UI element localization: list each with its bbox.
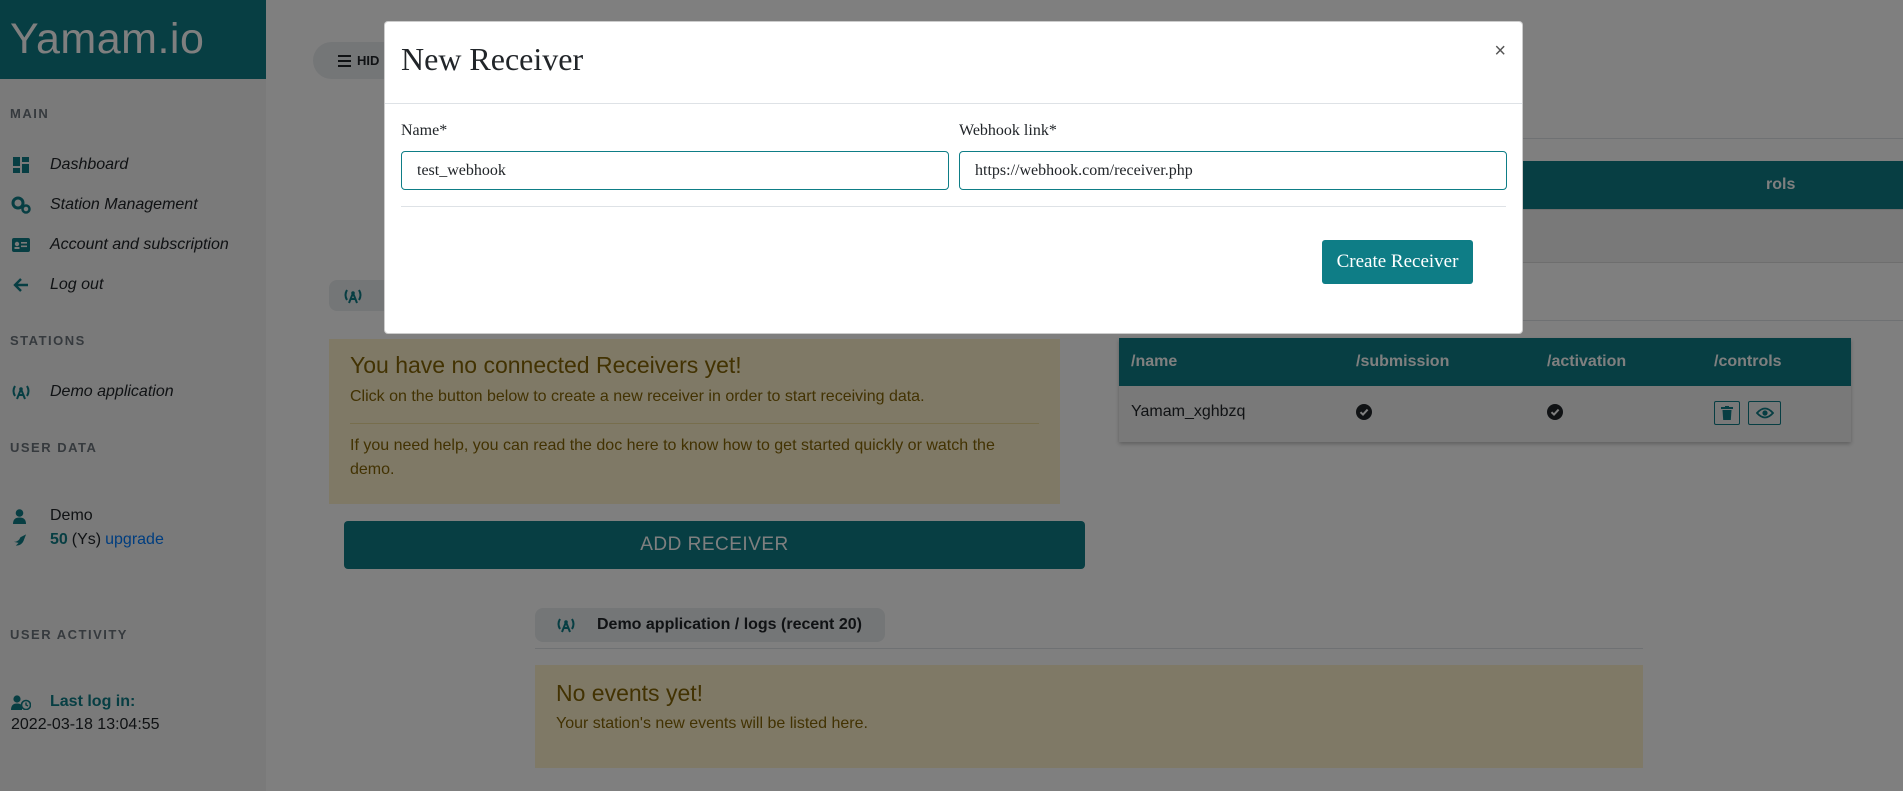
webhook-label: Webhook link*	[959, 122, 1057, 139]
modal-header: New Receiver ×	[385, 22, 1522, 104]
new-receiver-modal: New Receiver × Name* Webhook link* Creat…	[384, 21, 1523, 334]
name-label: Name*	[401, 122, 448, 139]
create-receiver-button[interactable]: Create Receiver	[1322, 240, 1473, 284]
modal-divider	[401, 206, 1506, 207]
modal-title: New Receiver	[401, 41, 584, 77]
name-field[interactable]	[401, 151, 949, 190]
close-icon[interactable]: ×	[1494, 40, 1506, 63]
webhook-link-field[interactable]	[959, 151, 1507, 190]
